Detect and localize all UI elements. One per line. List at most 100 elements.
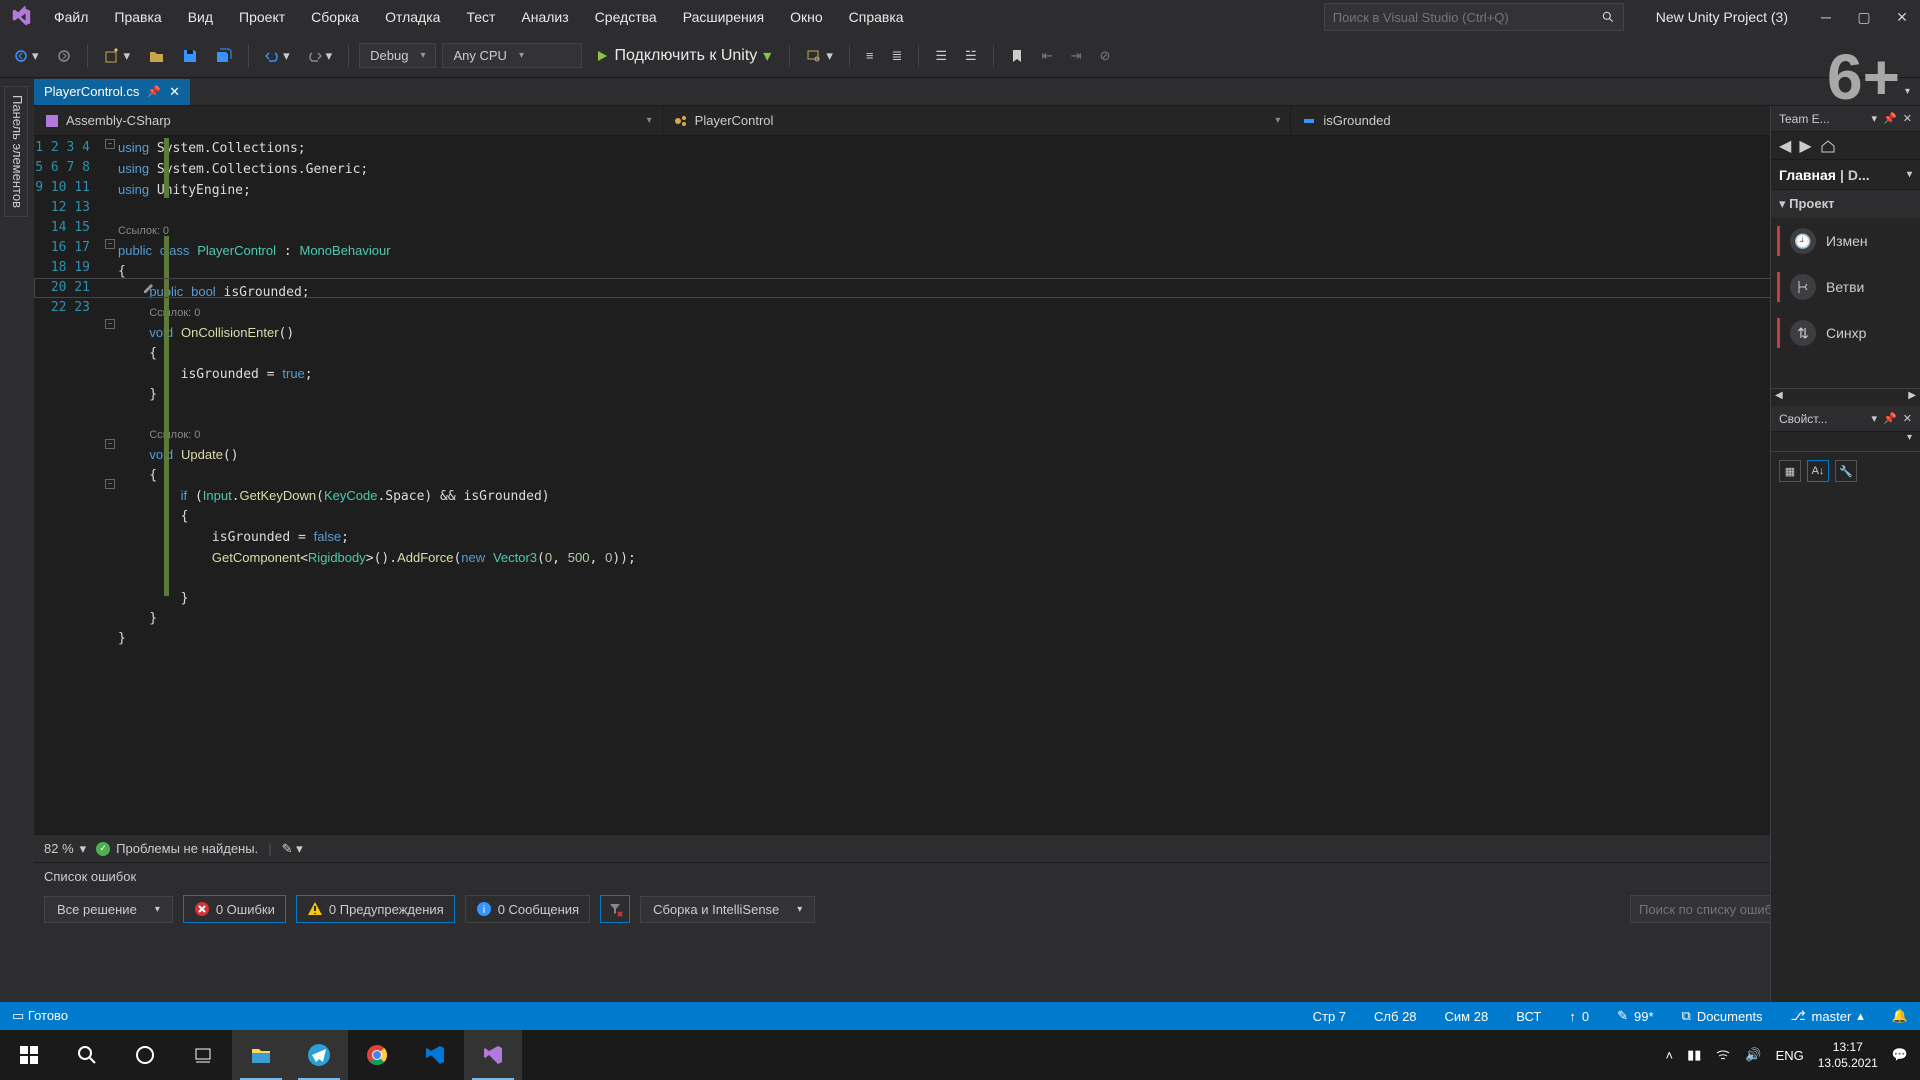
platform-dropdown[interactable]: Any CPU: [442, 43, 582, 68]
wrench-icon[interactable]: 🔧: [1835, 460, 1857, 482]
nav-fwd-button[interactable]: [51, 45, 77, 67]
vscode-icon[interactable]: [406, 1030, 464, 1080]
save-button[interactable]: [176, 44, 204, 68]
status-branch[interactable]: ⎇ master ▴: [1791, 1008, 1864, 1024]
notifications-icon[interactable]: 💬: [1892, 1047, 1908, 1063]
tab-playercontrol[interactable]: PlayerControl.cs 📌 ✕: [34, 79, 190, 105]
menu-extensions[interactable]: Расширения: [671, 5, 776, 29]
dropdown-icon[interactable]: ▾: [1872, 412, 1878, 425]
properties-title[interactable]: Свойст... ▾📌✕: [1771, 406, 1920, 432]
taskview-icon[interactable]: [174, 1030, 232, 1080]
close-icon[interactable]: ✕: [1903, 112, 1912, 125]
clear-filter-button[interactable]: [600, 895, 630, 923]
nav-back-button[interactable]: ▾: [8, 44, 45, 68]
build-intellisense-dropdown[interactable]: Сборка и IntelliSense: [640, 896, 815, 923]
tree-item-branches[interactable]: Ветви: [1771, 264, 1920, 310]
pencil-icon[interactable]: ✎ ▾: [282, 841, 303, 857]
menu-window[interactable]: Окно: [778, 5, 835, 29]
wifi-icon[interactable]: [1715, 1047, 1731, 1063]
bm-next-icon[interactable]: ⇥: [1065, 44, 1088, 68]
warnings-chip[interactable]: 0 Предупреждения: [296, 895, 455, 923]
menu-build[interactable]: Сборка: [299, 5, 371, 29]
comment-icon[interactable]: ☰: [929, 44, 953, 68]
pin-icon[interactable]: 📌: [1883, 112, 1897, 125]
config-dropdown[interactable]: Debug: [359, 43, 436, 68]
open-button[interactable]: [142, 44, 170, 68]
az-icon[interactable]: A↓: [1807, 460, 1829, 482]
team-explorer-title[interactable]: Team E... ▾📌✕: [1771, 106, 1920, 132]
maximize-icon[interactable]: ▢: [1854, 9, 1874, 26]
search-input[interactable]: [1333, 10, 1601, 25]
code-editor[interactable]: 1 2 3 4 5 6 7 8 9 10 11 12 13 14 15 16 1…: [34, 136, 1920, 834]
dropdown-icon[interactable]: ▾: [1872, 112, 1878, 125]
undo-button[interactable]: ▾: [259, 44, 296, 68]
menu-view[interactable]: Вид: [176, 5, 225, 29]
status-changes[interactable]: ✎ 99*: [1617, 1008, 1653, 1024]
tab-close-icon[interactable]: ✕: [169, 84, 180, 100]
back-icon[interactable]: ◀: [1779, 136, 1791, 156]
start-button[interactable]: [0, 1030, 58, 1080]
status-bell-icon[interactable]: 🔔: [1892, 1008, 1908, 1024]
tabs-dropdown-icon[interactable]: ▾: [1905, 86, 1920, 97]
fwd-icon[interactable]: ▶: [1799, 136, 1811, 156]
errors-chip[interactable]: 0 Ошибки: [183, 895, 286, 923]
new-item-button[interactable]: ▾: [98, 44, 137, 68]
menu-tools[interactable]: Средства: [583, 5, 669, 29]
start-debug-button[interactable]: Подключить к Unity ▾: [588, 42, 779, 70]
save-all-button[interactable]: [210, 44, 238, 68]
minimize-icon[interactable]: ─: [1816, 9, 1836, 26]
uncomment-icon[interactable]: ☱: [959, 44, 983, 68]
menu-help[interactable]: Справка: [837, 5, 916, 29]
lang-indicator[interactable]: ENG: [1776, 1048, 1804, 1063]
edit-indicator-icon: [142, 281, 156, 295]
menu-edit[interactable]: Правка: [102, 5, 173, 29]
menu-analysis[interactable]: Анализ: [509, 5, 580, 29]
tray-chevron-icon[interactable]: ˄: [1665, 1048, 1673, 1063]
chrome-icon[interactable]: [348, 1030, 406, 1080]
close-icon[interactable]: ✕: [1892, 9, 1912, 26]
status-publish[interactable]: ↑ 0: [1569, 1009, 1589, 1024]
zoom-selector[interactable]: 82 % ▾: [44, 841, 86, 857]
redo-button[interactable]: ▾: [302, 44, 339, 68]
nav-class[interactable]: PlayerControl: [663, 106, 1292, 135]
menu-debug[interactable]: Отладка: [373, 5, 452, 29]
line-numbers: 1 2 3 4 5 6 7 8 9 10 11 12 13 14 15 16 1…: [34, 136, 104, 834]
code-content[interactable]: using System.Collections; using System.C…: [118, 136, 1920, 834]
quick-search[interactable]: [1324, 3, 1624, 31]
telegram-icon[interactable]: [290, 1030, 348, 1080]
problems-indicator[interactable]: ✓ Проблемы не найдены.: [96, 841, 258, 856]
bm-clear-icon[interactable]: ⊘: [1093, 44, 1116, 68]
taskbar-search-icon[interactable]: [58, 1030, 116, 1080]
nav-assembly[interactable]: Assembly-CSharp: [34, 106, 663, 135]
cortana-icon[interactable]: [116, 1030, 174, 1080]
explorer-icon[interactable]: [232, 1030, 290, 1080]
menu-file[interactable]: Файл: [42, 5, 100, 29]
fold-gutter[interactable]: − − − − −: [104, 136, 118, 834]
status-repo[interactable]: ⧉ Documents: [1682, 1008, 1763, 1024]
error-list-toolbar: Все решение 0 Ошибки 0 Предупреждения i …: [34, 890, 1920, 928]
pin-icon[interactable]: 📌: [147, 85, 161, 98]
tree-item-changes[interactable]: 🕘Измен: [1771, 218, 1920, 264]
indent-more-icon[interactable]: ≣: [885, 44, 908, 68]
bookmark-icon[interactable]: [1004, 45, 1030, 67]
windows-taskbar: ˄ ▮▮ 🔊 ENG 13:1713.05.2021 💬: [0, 1030, 1920, 1080]
menu-test[interactable]: Тест: [454, 5, 507, 29]
bm-prev-icon[interactable]: ⇤: [1036, 44, 1059, 68]
menu-bar: Файл Правка Вид Проект Сборка Отладка Те…: [0, 0, 1920, 34]
code-nav-bar: Assembly-CSharp PlayerControl isGrounded: [34, 106, 1920, 136]
search-icon[interactable]: [1601, 10, 1615, 24]
toolbox-tab[interactable]: Панель элементов: [4, 86, 28, 217]
clock[interactable]: 13:1713.05.2021: [1818, 1039, 1878, 1071]
cat-icon[interactable]: ▦: [1779, 460, 1801, 482]
visualstudio-icon[interactable]: [464, 1030, 522, 1080]
main-toolbar: ▾ ▾ ▾ ▾ Debug Any CPU Подключить к Unity…: [0, 34, 1920, 78]
volume-icon[interactable]: 🔊: [1745, 1047, 1761, 1063]
home-icon[interactable]: [1820, 138, 1836, 154]
messages-chip[interactable]: i 0 Сообщения: [465, 895, 590, 923]
battery-icon[interactable]: ▮▮: [1687, 1047, 1701, 1063]
error-scope-dropdown[interactable]: Все решение: [44, 896, 173, 923]
find-button[interactable]: ▾: [800, 44, 839, 68]
tree-item-sync[interactable]: ⇅Синхр: [1771, 310, 1920, 356]
menu-project[interactable]: Проект: [227, 5, 297, 29]
indent-less-icon[interactable]: ≡: [860, 44, 880, 67]
